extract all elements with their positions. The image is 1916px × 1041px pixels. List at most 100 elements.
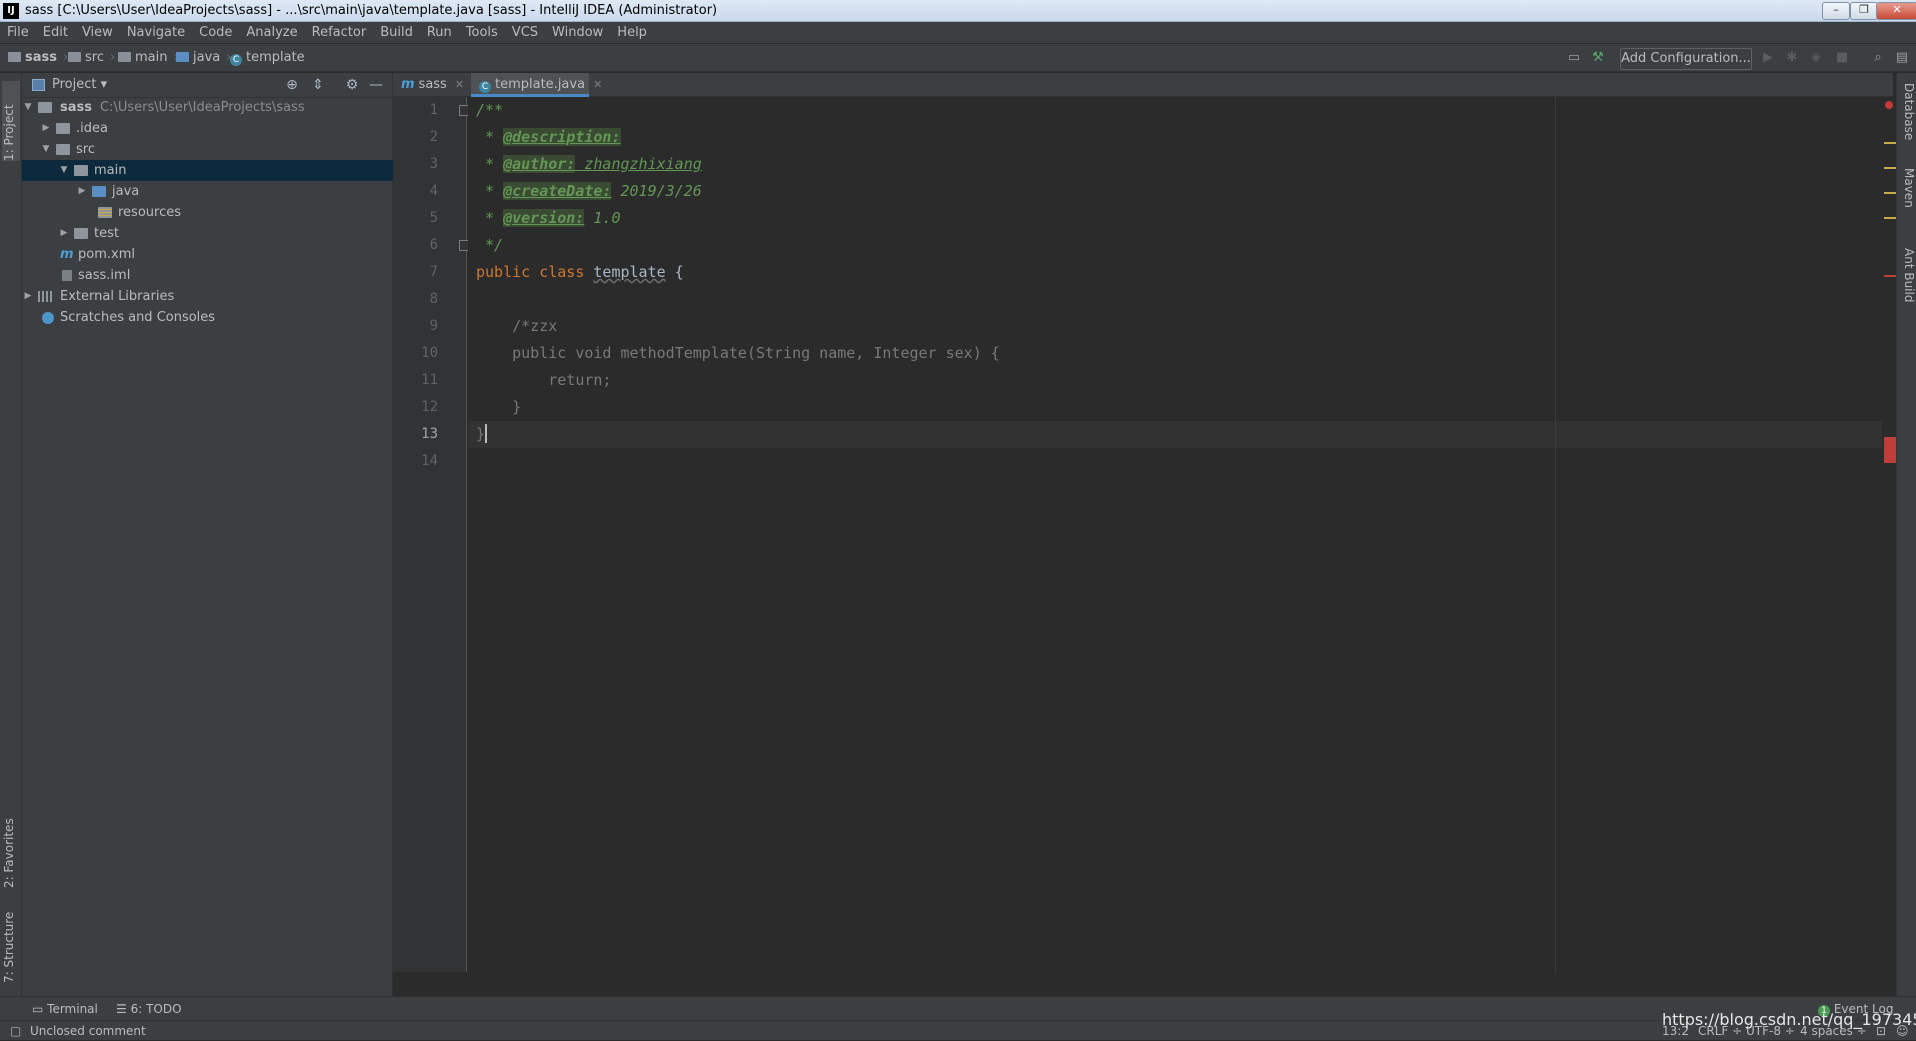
- tab-project-tool[interactable]: 1: Project: [2, 81, 20, 161]
- collapse-all-icon[interactable]: ⇕: [310, 77, 326, 93]
- tree-item-src[interactable]: ▼ src: [22, 139, 393, 160]
- module-icon: [38, 102, 52, 113]
- close-tab-icon[interactable]: ✕: [455, 78, 464, 91]
- expand-arrow-icon[interactable]: ▶: [58, 223, 70, 244]
- expand-arrow-icon[interactable]: ▶: [76, 181, 88, 202]
- error-mark[interactable]: [1884, 275, 1896, 277]
- menu-code[interactable]: Code: [192, 22, 239, 44]
- menu-build[interactable]: Build: [373, 22, 420, 44]
- breadcrumb-java[interactable]: java ›: [176, 44, 231, 72]
- minimize-button[interactable]: –: [1822, 2, 1850, 20]
- tree-item-main[interactable]: ▼ main: [22, 160, 393, 181]
- vcs-icon[interactable]: ▤: [1894, 50, 1910, 66]
- tree-item-sass-iml[interactable]: sass.iml: [22, 265, 393, 286]
- debug-icon[interactable]: ✱: [1784, 50, 1800, 66]
- editor-tab-bar: m sass ✕ Ctemplate.java ✕: [393, 73, 1893, 97]
- class-icon: C: [479, 81, 491, 93]
- menu-refactor[interactable]: Refactor: [305, 22, 374, 44]
- tab-sass[interactable]: m sass ✕: [393, 73, 471, 97]
- menu-file[interactable]: File: [0, 22, 36, 44]
- menu-run[interactable]: Run: [420, 22, 459, 44]
- expand-arrow-icon[interactable]: ▼: [58, 160, 70, 181]
- tab-structure[interactable]: 7: Structure: [2, 903, 20, 983]
- line-number: 5: [429, 210, 438, 226]
- tree-item-resources[interactable]: resources: [22, 202, 393, 223]
- hide-panel-icon[interactable]: —: [368, 77, 384, 93]
- menu-navigate[interactable]: Navigate: [120, 22, 192, 44]
- line-number: 8: [429, 291, 438, 307]
- library-icon: [38, 291, 52, 302]
- code-line-4: * @createDate: 2019/3/26: [476, 182, 702, 200]
- line-number: 12: [421, 399, 438, 415]
- build-hammer-icon[interactable]: ⚒: [1590, 50, 1606, 66]
- warning-mark[interactable]: [1884, 142, 1896, 144]
- tab-favorites[interactable]: 2: Favorites: [2, 808, 20, 888]
- expand-arrow-icon[interactable]: ▶: [40, 118, 52, 139]
- tab-maven[interactable]: Maven: [1898, 168, 1916, 238]
- code-line-7: public class template {: [476, 263, 684, 281]
- code-line-6: */: [476, 236, 504, 254]
- close-tab-icon[interactable]: ✕: [593, 78, 602, 91]
- tree-item-external-libraries[interactable]: ▶ External Libraries: [22, 286, 393, 307]
- current-line-highlight: [468, 421, 1892, 448]
- tree-item-sass[interactable]: ▼ sass C:\Users\User\IdeaProjects\sass: [22, 97, 393, 118]
- line-number-current: 13: [421, 426, 438, 442]
- module-icon: [8, 52, 21, 62]
- error-region-mark[interactable]: [1884, 437, 1896, 463]
- menu-help[interactable]: Help: [610, 22, 654, 44]
- warning-mark[interactable]: [1884, 217, 1896, 219]
- menu-view[interactable]: View: [75, 22, 120, 44]
- menu-window[interactable]: Window: [545, 22, 610, 44]
- menu-vcs[interactable]: VCS: [505, 22, 545, 44]
- tree-item-pom-xml[interactable]: m pom.xml: [22, 244, 393, 265]
- coverage-icon[interactable]: ◈: [1808, 50, 1824, 66]
- tab-ant-build[interactable]: Ant Build: [1898, 248, 1916, 338]
- breadcrumb-template[interactable]: Ctemplate: [230, 44, 305, 72]
- close-button[interactable]: ✕: [1876, 2, 1916, 20]
- tab-database[interactable]: Database: [1898, 83, 1916, 153]
- code-line-1: /**: [476, 101, 504, 119]
- code-line-2: * @description:: [476, 128, 621, 146]
- project-structure-icon[interactable]: ▭: [1566, 50, 1582, 66]
- status-message: Unclosed comment: [30, 1024, 146, 1038]
- breadcrumb-src[interactable]: src ›: [68, 44, 115, 72]
- tree-item-idea[interactable]: ▶ .idea: [22, 118, 393, 139]
- search-icon[interactable]: ⌕: [1870, 50, 1886, 66]
- menu-edit[interactable]: Edit: [36, 22, 75, 44]
- breadcrumb-main[interactable]: main›: [118, 44, 179, 72]
- add-configuration-button[interactable]: Add Configuration...: [1620, 48, 1752, 70]
- tab-terminal[interactable]: ▭ Terminal: [32, 997, 98, 1021]
- line-number: 11: [421, 372, 438, 388]
- tree-item-java[interactable]: ▶ java: [22, 181, 393, 202]
- tree-item-scratches[interactable]: Scratches and Consoles: [22, 307, 393, 328]
- project-view-selector[interactable]: Project ▾: [52, 73, 107, 97]
- project-panel: Project ▾ ⊕ ⇕ ⚙ — ▼ sass C:\Users\User\Id…: [22, 73, 393, 996]
- error-stripe[interactable]: [1882, 97, 1896, 972]
- line-number: 9: [429, 318, 438, 334]
- folder-icon: [74, 228, 88, 239]
- expand-arrow-icon[interactable]: ▼: [40, 139, 52, 160]
- breadcrumb-sass[interactable]: sass ›: [8, 44, 68, 72]
- tree-item-test[interactable]: ▶ test: [22, 223, 393, 244]
- window-title: sass [C:\Users\User\IdeaProjects\sass] -…: [25, 3, 718, 18]
- code-editor[interactable]: /** * @description: * @author: zhangzhix…: [468, 97, 1892, 972]
- run-icon[interactable]: ▶: [1760, 50, 1776, 66]
- stop-icon[interactable]: ■: [1834, 50, 1850, 66]
- error-indicator-icon[interactable]: [1885, 101, 1893, 109]
- resources-folder-icon: [98, 207, 112, 218]
- maximize-button[interactable]: ❐: [1850, 2, 1878, 20]
- tab-template-java[interactable]: Ctemplate.java ✕: [471, 73, 602, 97]
- status-toggle-icon[interactable]: ▢: [10, 1021, 21, 1041]
- locate-file-icon[interactable]: ⊕: [284, 77, 300, 93]
- line-number-gutter[interactable]: 1 2 3 4 5 6 7 8 9 10 11 12 13 14: [393, 97, 493, 972]
- text-caret: [485, 424, 488, 443]
- expand-arrow-icon[interactable]: ▶: [22, 286, 34, 307]
- warning-mark[interactable]: [1884, 192, 1896, 194]
- warning-mark[interactable]: [1884, 167, 1896, 169]
- bottom-tool-tabs: ▭ Terminal ☰ 6: TODO 1 Event Log: [0, 996, 1916, 1020]
- tab-todo[interactable]: ☰ 6: TODO: [116, 997, 182, 1021]
- menu-tools[interactable]: Tools: [459, 22, 505, 44]
- expand-arrow-icon[interactable]: ▼: [22, 97, 34, 118]
- gear-icon[interactable]: ⚙: [344, 77, 360, 93]
- menu-analyze[interactable]: Analyze: [239, 22, 304, 44]
